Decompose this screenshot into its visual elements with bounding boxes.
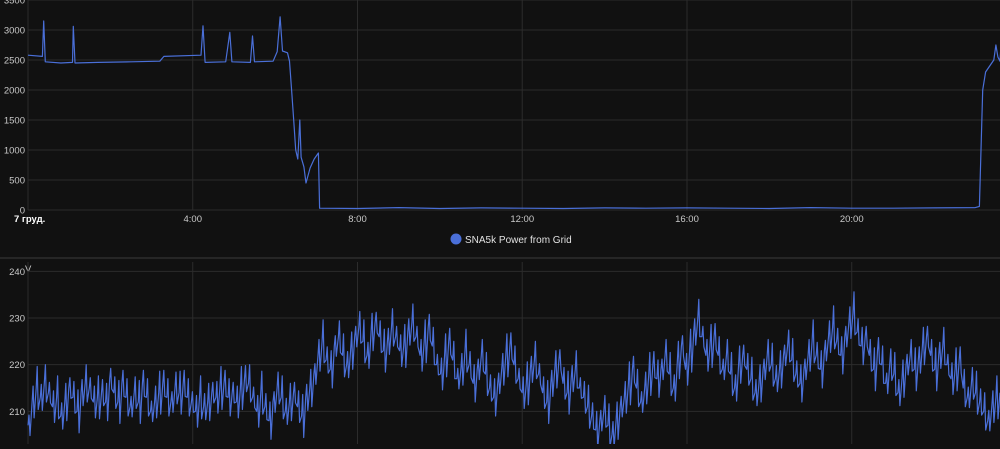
grid-power-y-tick-label: 2500 — [4, 56, 25, 67]
voltage-y-tick-label: 230 — [9, 314, 25, 325]
grid-power-y-tick-label: 1000 — [4, 146, 25, 157]
grid-power-y-tick-label: 1500 — [4, 116, 25, 127]
grid-power-y-tick-label: 500 — [9, 176, 25, 187]
legend-swatch[interactable] — [450, 233, 462, 245]
voltage-series[interactable] — [27, 291, 1000, 449]
grid-power-x-tick-label: 4:00 — [183, 214, 202, 225]
legend-label[interactable]: SNA5k Power from Grid — [465, 235, 572, 246]
grid-power-gridlines — [27, 0, 1000, 211]
grid-power-y-axis: 0500100015002000250030003500 — [4, 0, 25, 217]
grid-power-y-tick-label: 2000 — [4, 86, 25, 97]
voltage-y-tick-label: 220 — [9, 360, 25, 371]
chart-canvas: 0500100015002000250030003500 7 груд. 4:00… — [0, 0, 1000, 449]
grid-power-x-tick-label: 20:00 — [840, 214, 864, 225]
grid-power-y-tick-label: 3500 — [4, 0, 25, 7]
voltage-y-axis: 210 220 230 240 — [9, 267, 25, 418]
chart-legend[interactable]: SNA5k Power from Grid — [450, 233, 572, 247]
grid-power-y-tick-label: 3000 — [4, 26, 25, 37]
grid-power-x-tick-label: 12:00 — [510, 214, 534, 225]
grid-power-x-tick-label: 7 груд. — [14, 214, 45, 225]
voltage-line[interactable] — [27, 291, 1000, 449]
voltage-y-tick-label: 240 — [9, 267, 25, 278]
grid-power-chart: 0500100015002000250030003500 7 груд. 4:00… — [4, 0, 1000, 225]
grid-power-x-tick-label: 16:00 — [675, 214, 699, 225]
voltage-chart: V 210220230240 — [9, 262, 1000, 449]
grid-power-x-tick-label: 8:00 — [348, 214, 367, 225]
grid-power-x-axis: 7 груд. 4:00 8:00 12:00 16:00 20:00 — [14, 214, 864, 225]
voltage-gridlines — [27, 262, 1000, 444]
voltage-y-tick-label: 210 — [9, 407, 25, 418]
